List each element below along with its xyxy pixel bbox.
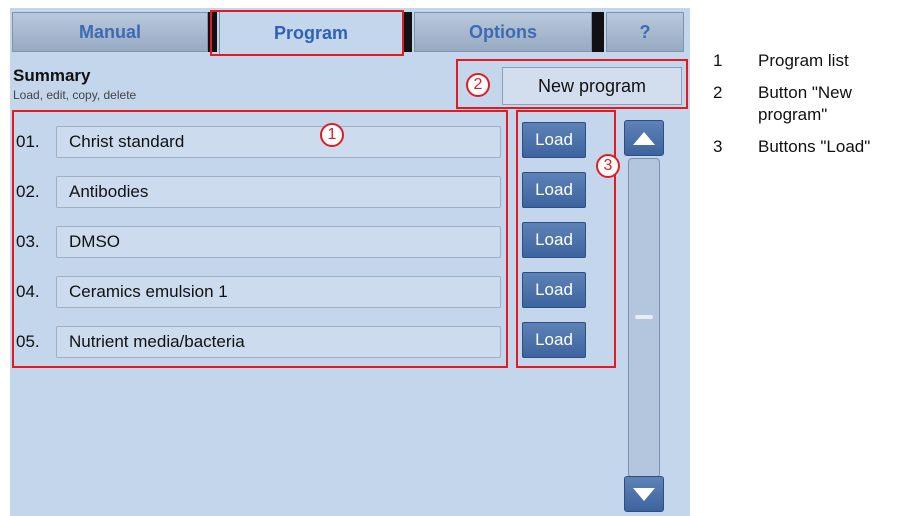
legend-item: 1 Program list [713,50,918,72]
triangle-down-icon [633,488,655,501]
new-program-highlight [456,59,688,109]
scroll-up-button[interactable] [624,120,664,156]
callout-1: 1 [320,123,344,147]
legend-number: 3 [713,137,723,156]
tab-help[interactable]: ? [606,12,684,52]
program-list-highlight [12,110,508,368]
load-buttons-highlight [516,110,616,368]
tab-manual[interactable]: Manual [12,12,208,52]
legend-text: Buttons "Load" [758,137,871,156]
legend-text: Program list [758,51,849,70]
scrollbar-track[interactable] [628,158,660,478]
tab-separator [592,12,604,52]
page-title: Summary [13,66,91,85]
page-subtitle: Load, edit, copy, delete [13,88,137,102]
legend-item: 3 Buttons "Load" [713,136,918,158]
scroll-down-button[interactable] [624,476,664,512]
tab-separator [403,12,412,52]
legend-number: 1 [713,51,723,70]
legend-number: 2 [713,83,723,102]
legend: 1 Program list 2 Button "New program" 3 … [713,50,918,168]
scrollbar-grip[interactable] [635,315,653,319]
legend-text: Button "New program" [758,83,852,124]
active-tab-highlight [210,10,404,56]
callout-2: 2 [466,73,490,97]
triangle-up-icon [633,132,655,145]
legend-item: 2 Button "New program" [713,82,918,126]
control-panel-screen: Manual Program Options ? Summary Load, e… [10,8,690,516]
tab-options[interactable]: Options [414,12,592,52]
callout-3: 3 [596,154,620,178]
